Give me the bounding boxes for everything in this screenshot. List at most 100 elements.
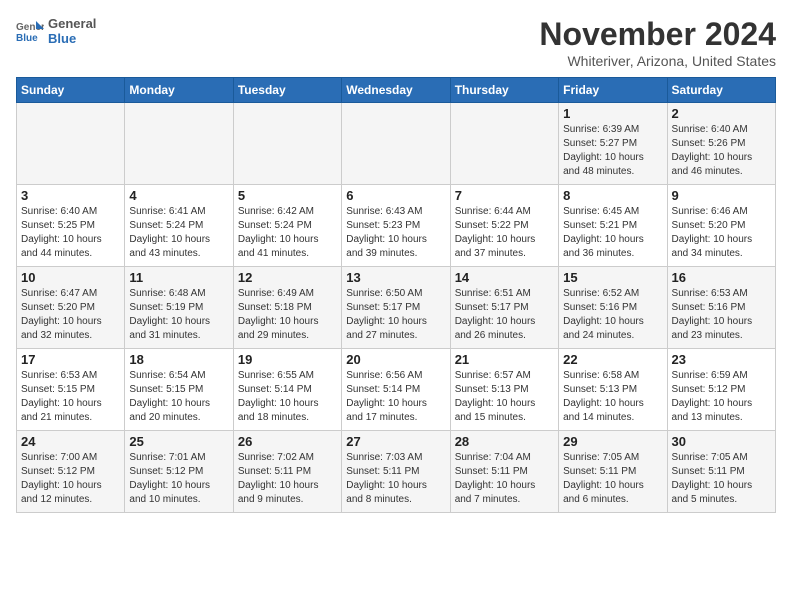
calendar-day-cell: 18Sunrise: 6:54 AM Sunset: 5:15 PM Dayli… [125, 349, 233, 431]
calendar-day-cell: 13 Sunrise: 6:50 AM Sunset: 5:17 PM Dayli… [342, 267, 450, 349]
day-info: Sunrise: 6:47 AM Sunset: 5:20 PM Dayligh… [21, 287, 120, 343]
day-info: Sunrise: 6:39 AM Sunset: 5:27 PM Dayligh… [563, 123, 662, 179]
day-info: Sunrise: 6:43 AM Sunset: 5:23 PM Dayligh… [346, 205, 445, 261]
day-number: 15 [563, 270, 662, 285]
weekday-header: Sunday [17, 78, 125, 103]
weekday-header: Friday [559, 78, 667, 103]
calendar-day-cell: 3 Sunrise: 6:40 AM Sunset: 5:25 PM Daylig… [17, 185, 125, 267]
day-number: 17 [21, 352, 120, 367]
day-info: Sunrise: 7:02 AM Sunset: 5:11 PM Dayligh… [238, 451, 337, 507]
calendar-day-cell: 1 Sunrise: 6:39 AM Sunset: 5:27 PM Daylig… [559, 103, 667, 185]
day-number: 5 [238, 188, 337, 203]
day-number: 26 [238, 434, 337, 449]
weekday-header: Thursday [450, 78, 558, 103]
day-number: 25 [129, 434, 228, 449]
day-number: 16 [672, 270, 771, 285]
calendar-day-cell: 25 Sunrise: 7:01 AM Sunset: 5:12 PM Dayli… [125, 431, 233, 513]
calendar-week-row: 10 Sunrise: 6:47 AM Sunset: 5:20 PM Dayli… [17, 267, 776, 349]
day-info: Sunrise: 7:01 AM Sunset: 5:12 PM Dayligh… [129, 451, 228, 507]
day-number: 12 [238, 270, 337, 285]
day-info: Sunrise: 6:46 AM Sunset: 5:20 PM Dayligh… [672, 205, 771, 261]
logo-general-text: General [48, 16, 96, 31]
calendar-day-cell [125, 103, 233, 185]
day-number: 20 [346, 352, 445, 367]
calendar-day-cell: 24Sunrise: 7:00 AM Sunset: 5:12 PM Dayli… [17, 431, 125, 513]
day-number: 1 [563, 106, 662, 121]
calendar-day-cell: 7 Sunrise: 6:44 AM Sunset: 5:22 PM Daylig… [450, 185, 558, 267]
calendar-header-row: SundayMondayTuesdayWednesdayThursdayFrid… [17, 78, 776, 103]
day-number: 3 [21, 188, 120, 203]
day-number: 21 [455, 352, 554, 367]
day-info: Sunrise: 6:57 AM Sunset: 5:13 PM Dayligh… [455, 369, 554, 425]
weekday-header: Tuesday [233, 78, 341, 103]
day-number: 2 [672, 106, 771, 121]
day-number: 14 [455, 270, 554, 285]
calendar-day-cell [17, 103, 125, 185]
day-info: Sunrise: 6:52 AM Sunset: 5:16 PM Dayligh… [563, 287, 662, 343]
calendar-day-cell: 12 Sunrise: 6:49 AM Sunset: 5:18 PM Dayli… [233, 267, 341, 349]
day-info: Sunrise: 6:58 AM Sunset: 5:13 PM Dayligh… [563, 369, 662, 425]
day-info: Sunrise: 6:53 AM Sunset: 5:16 PM Dayligh… [672, 287, 771, 343]
day-info: Sunrise: 6:41 AM Sunset: 5:24 PM Dayligh… [129, 205, 228, 261]
calendar-day-cell [342, 103, 450, 185]
calendar-day-cell: 8Sunrise: 6:45 AM Sunset: 5:21 PM Daylig… [559, 185, 667, 267]
calendar-day-cell: 27Sunrise: 7:03 AM Sunset: 5:11 PM Dayli… [342, 431, 450, 513]
calendar-day-cell: 16 Sunrise: 6:53 AM Sunset: 5:16 PM Dayli… [667, 267, 775, 349]
calendar-week-row: 3 Sunrise: 6:40 AM Sunset: 5:25 PM Daylig… [17, 185, 776, 267]
month-title: November 2024 [539, 16, 776, 53]
weekday-header: Wednesday [342, 78, 450, 103]
day-number: 9 [672, 188, 771, 203]
calendar-day-cell: 2 Sunrise: 6:40 AM Sunset: 5:26 PM Daylig… [667, 103, 775, 185]
day-info: Sunrise: 6:59 AM Sunset: 5:12 PM Dayligh… [672, 369, 771, 425]
calendar-week-row: 17 Sunrise: 6:53 AM Sunset: 5:15 PM Dayli… [17, 349, 776, 431]
page-header: General Blue General Blue November 2024 … [16, 16, 776, 69]
day-info: Sunrise: 6:40 AM Sunset: 5:25 PM Dayligh… [21, 205, 120, 261]
day-number: 6 [346, 188, 445, 203]
title-area: November 2024 Whiteriver, Arizona, Unite… [539, 16, 776, 69]
day-info: Sunrise: 6:40 AM Sunset: 5:26 PM Dayligh… [672, 123, 771, 179]
day-number: 13 [346, 270, 445, 285]
logo-icon: General Blue [16, 17, 44, 45]
day-number: 19 [238, 352, 337, 367]
day-info: Sunrise: 6:51 AM Sunset: 5:17 PM Dayligh… [455, 287, 554, 343]
day-number: 7 [455, 188, 554, 203]
logo-blue-text: Blue [48, 31, 96, 46]
day-info: Sunrise: 7:05 AM Sunset: 5:11 PM Dayligh… [672, 451, 771, 507]
day-number: 29 [563, 434, 662, 449]
calendar-day-cell: 28Sunrise: 7:04 AM Sunset: 5:11 PM Dayli… [450, 431, 558, 513]
day-info: Sunrise: 6:48 AM Sunset: 5:19 PM Dayligh… [129, 287, 228, 343]
day-number: 22 [563, 352, 662, 367]
calendar-day-cell: 29 Sunrise: 7:05 AM Sunset: 5:11 PM Dayli… [559, 431, 667, 513]
day-info: Sunrise: 6:56 AM Sunset: 5:14 PM Dayligh… [346, 369, 445, 425]
day-number: 10 [21, 270, 120, 285]
calendar-day-cell: 20 Sunrise: 6:56 AM Sunset: 5:14 PM Dayli… [342, 349, 450, 431]
svg-text:Blue: Blue [16, 33, 38, 44]
weekday-header: Monday [125, 78, 233, 103]
day-info: Sunrise: 6:42 AM Sunset: 5:24 PM Dayligh… [238, 205, 337, 261]
calendar-day-cell: 4Sunrise: 6:41 AM Sunset: 5:24 PM Daylig… [125, 185, 233, 267]
calendar-day-cell: 23Sunrise: 6:59 AM Sunset: 5:12 PM Dayli… [667, 349, 775, 431]
calendar-day-cell: 26 Sunrise: 7:02 AM Sunset: 5:11 PM Dayli… [233, 431, 341, 513]
day-number: 11 [129, 270, 228, 285]
day-info: Sunrise: 6:45 AM Sunset: 5:21 PM Dayligh… [563, 205, 662, 261]
day-info: Sunrise: 6:49 AM Sunset: 5:18 PM Dayligh… [238, 287, 337, 343]
day-info: Sunrise: 7:03 AM Sunset: 5:11 PM Dayligh… [346, 451, 445, 507]
calendar-day-cell: 21 Sunrise: 6:57 AM Sunset: 5:13 PM Dayli… [450, 349, 558, 431]
day-info: Sunrise: 6:53 AM Sunset: 5:15 PM Dayligh… [21, 369, 120, 425]
calendar-day-cell: 5 Sunrise: 6:42 AM Sunset: 5:24 PM Daylig… [233, 185, 341, 267]
calendar-day-cell [450, 103, 558, 185]
day-number: 28 [455, 434, 554, 449]
calendar-day-cell: 10 Sunrise: 6:47 AM Sunset: 5:20 PM Dayli… [17, 267, 125, 349]
calendar-day-cell: 9 Sunrise: 6:46 AM Sunset: 5:20 PM Daylig… [667, 185, 775, 267]
calendar-day-cell: 6 Sunrise: 6:43 AM Sunset: 5:23 PM Daylig… [342, 185, 450, 267]
calendar-day-cell: 14 Sunrise: 6:51 AM Sunset: 5:17 PM Dayli… [450, 267, 558, 349]
day-info: Sunrise: 6:44 AM Sunset: 5:22 PM Dayligh… [455, 205, 554, 261]
day-info: Sunrise: 6:50 AM Sunset: 5:17 PM Dayligh… [346, 287, 445, 343]
calendar-day-cell [233, 103, 341, 185]
day-number: 24 [21, 434, 120, 449]
calendar-week-row: 1 Sunrise: 6:39 AM Sunset: 5:27 PM Daylig… [17, 103, 776, 185]
day-number: 30 [672, 434, 771, 449]
day-info: Sunrise: 7:05 AM Sunset: 5:11 PM Dayligh… [563, 451, 662, 507]
day-info: Sunrise: 6:55 AM Sunset: 5:14 PM Dayligh… [238, 369, 337, 425]
calendar-day-cell: 11 Sunrise: 6:48 AM Sunset: 5:19 PM Dayli… [125, 267, 233, 349]
